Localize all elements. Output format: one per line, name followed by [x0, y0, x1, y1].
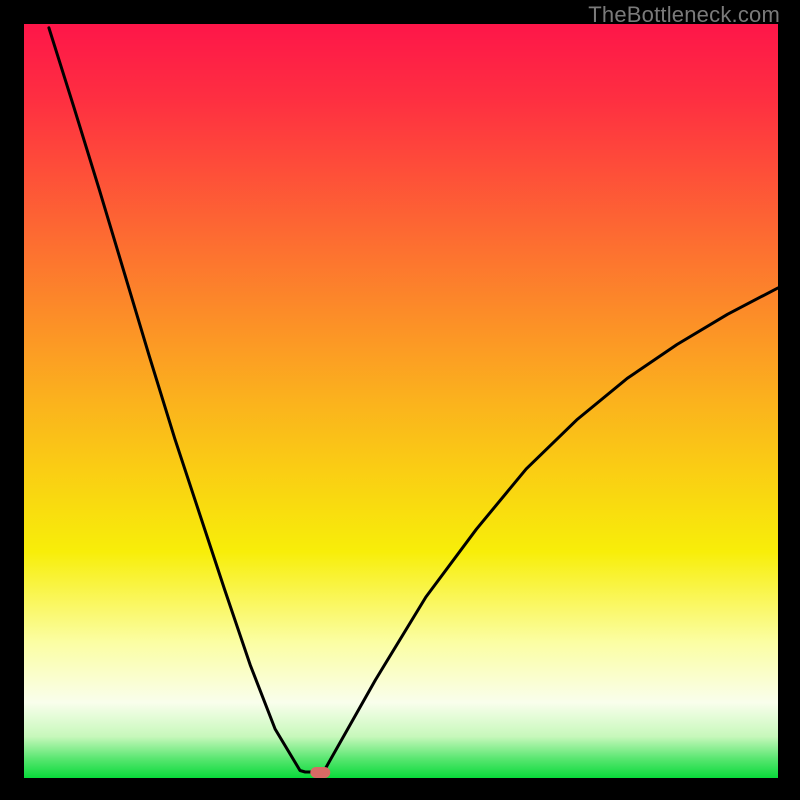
watermark-text: TheBottleneck.com [588, 2, 780, 28]
plot-area [24, 24, 778, 778]
chart-frame [0, 0, 800, 800]
optimum-marker [310, 767, 330, 778]
chart-svg [0, 0, 800, 800]
